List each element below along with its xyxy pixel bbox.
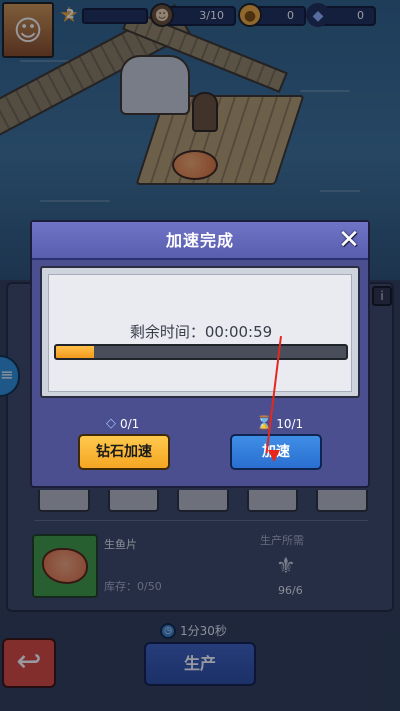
timer-card: 剩余时间：00:00:59 [48,274,352,392]
annotation-arrow-head [268,450,280,462]
hourglass-cost-value: 10/1 [276,416,304,431]
diamond-cost-value: 0/1 [120,416,140,431]
speedup-progress-bar [54,344,348,360]
hourglass-cost: ⌛ 10/1 [256,416,303,431]
diamond-icon: ◇ [106,416,116,431]
remaining-time: 剩余时间：00:00:59 [129,323,273,341]
progress-fill [56,346,94,358]
dialog-header: 加速完成 [32,222,368,260]
diamond-speedup-button[interactable]: 钻石加速 [78,434,170,470]
dialog-title: 加速完成 [165,231,234,250]
diamond-cost: ◇ 0/1 [106,416,139,431]
close-icon[interactable]: ✕ [336,226,362,254]
speedup-dialog: 加速完成 ✕ 剩余时间：00:00:59 ◇ 0/1 ⌛ 10/1 钻石加速 加… [30,220,370,488]
dialog-body: 剩余时间：00:00:59 [40,266,360,398]
